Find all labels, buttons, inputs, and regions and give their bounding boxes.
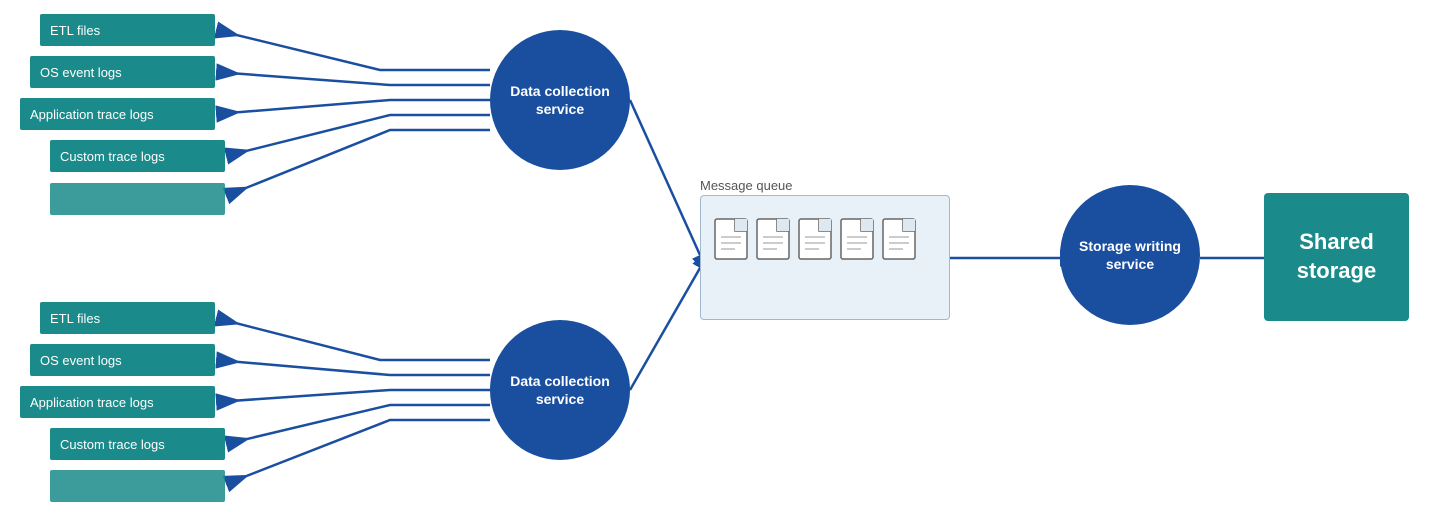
top-etl-box: ETL files [40, 14, 215, 46]
top-blank-box [50, 183, 225, 215]
top-app-box: Application trace logs [20, 98, 215, 130]
architecture-diagram: ETL files OS event logs Application trac… [0, 0, 1435, 516]
bot-etl-box: ETL files [40, 302, 215, 334]
data-collection-bot-circle: Data collection service [490, 320, 630, 460]
data-collection-top-circle: Data collection service [490, 30, 630, 170]
bot-blank-box [50, 470, 225, 502]
message-queue-label: Message queue [700, 178, 793, 193]
storage-writing-circle: Storage writing service [1060, 185, 1200, 325]
queue-documents-icon [713, 211, 943, 306]
bot-os-box: OS event logs [30, 344, 215, 376]
top-os-box: OS event logs [30, 56, 215, 88]
shared-storage-box: Shared storage [1264, 193, 1409, 321]
bot-custom-box: Custom trace logs [50, 428, 225, 460]
top-custom-box: Custom trace logs [50, 140, 225, 172]
bot-app-box: Application trace logs [20, 386, 215, 418]
message-queue-box [700, 195, 950, 320]
